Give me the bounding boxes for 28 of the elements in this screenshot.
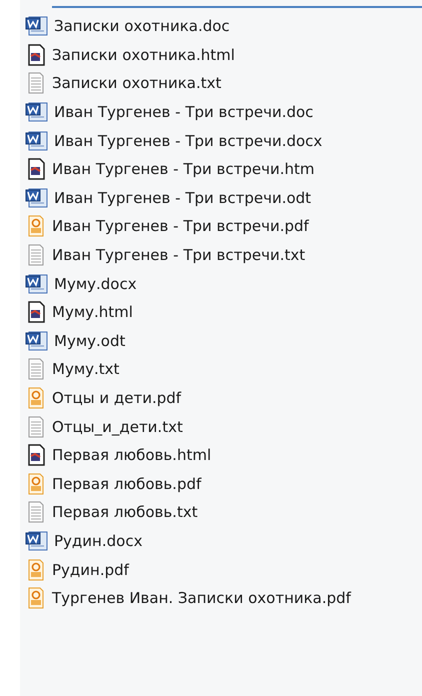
file-name[interactable]: Иван Тургенев - Три встречи.odt bbox=[54, 188, 312, 207]
file-name[interactable]: Первая любовь.html bbox=[52, 446, 212, 464]
file-name[interactable]: Первая любовь.txt bbox=[52, 503, 198, 522]
file-name[interactable]: Рудин.pdf bbox=[52, 560, 129, 579]
word-document-icon bbox=[25, 101, 49, 124]
file-name[interactable]: Муму.txt bbox=[52, 360, 120, 378]
file-name[interactable]: Муму.docx bbox=[54, 274, 137, 293]
word-document-icon bbox=[25, 330, 49, 352]
file-name[interactable]: Отцы_и_дети.txt bbox=[52, 418, 183, 436]
file-name[interactable]: Записки охотника.html bbox=[52, 46, 235, 64]
file-name[interactable]: Муму.odt bbox=[54, 332, 126, 350]
file-name[interactable]: Записки охотника.doc bbox=[54, 17, 230, 36]
file-name[interactable]: Первая любовь.pdf bbox=[52, 474, 202, 493]
file-name[interactable]: Иван Тургенев - Три встречи.txt bbox=[52, 246, 306, 264]
word-document-icon bbox=[25, 186, 49, 209]
file-name[interactable]: Рудин.docx bbox=[54, 532, 142, 550]
file-name[interactable]: Иван Тургенев - Три встречи.pdf bbox=[52, 217, 309, 236]
word-document-icon bbox=[25, 530, 49, 552]
file-name[interactable]: Муму.html bbox=[52, 303, 133, 322]
word-document-icon bbox=[25, 15, 49, 38]
file-name[interactable]: Отцы и дети.pdf bbox=[52, 389, 182, 408]
file-name[interactable]: Тургенев Иван. Записки охотника.pdf bbox=[52, 589, 351, 608]
file-name[interactable]: Иван Тургенев - Три встречи.docx bbox=[54, 132, 322, 150]
word-document-icon bbox=[25, 272, 49, 295]
file-name[interactable]: Записки охотника.txt bbox=[52, 74, 222, 92]
file-name[interactable]: Иван Тургенев - Три встречи.doc bbox=[54, 103, 314, 122]
word-document-icon bbox=[25, 130, 49, 152]
file-name[interactable]: Иван Тургенев - Три встречи.htm bbox=[52, 160, 314, 178]
